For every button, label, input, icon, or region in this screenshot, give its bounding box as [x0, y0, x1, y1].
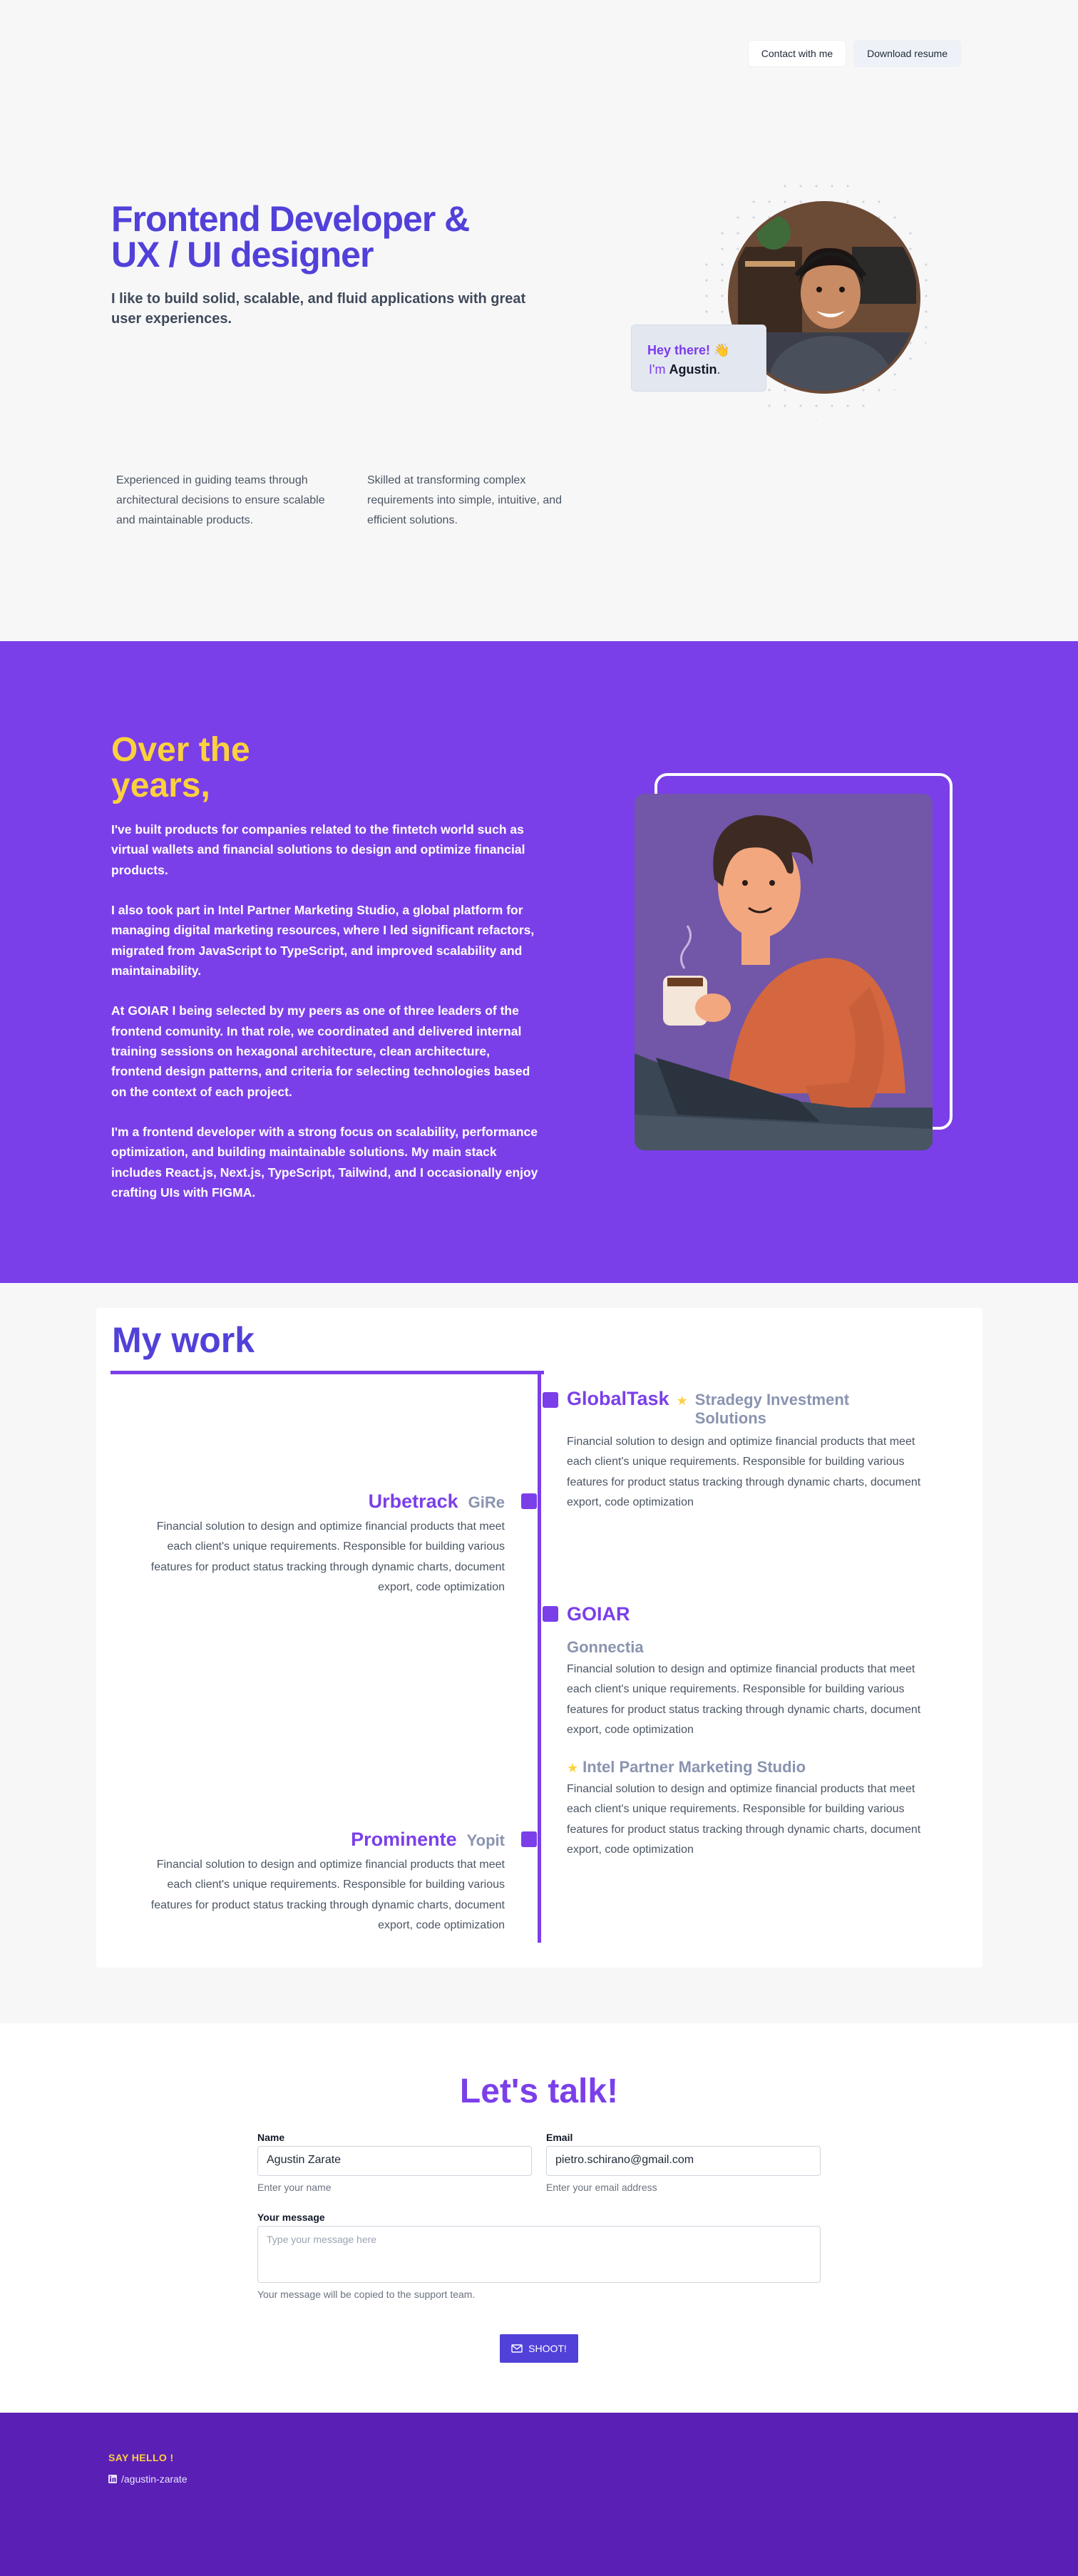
years-title-line2: years, [111, 767, 210, 805]
contact-title: Let's talk! [459, 2072, 619, 2110]
job-client: Gonnectia [567, 1638, 644, 1656]
footer: SAY HELLO ! /agustin-zarate [0, 2413, 1078, 2576]
years-title: Over the years, [111, 732, 325, 804]
email-label: Email [546, 2132, 573, 2143]
developer-illustration [635, 794, 933, 1150]
job-description: Financial solution to design and optimiz… [150, 1859, 505, 1932]
star-icon: ★ [676, 1394, 688, 1408]
greeting-hey: Hey there! 👋 [647, 343, 730, 357]
feature-text-1: Experienced in guiding teams through arc… [116, 474, 325, 526]
github-link[interactable]: /agustin-zarate [108, 2473, 188, 2485]
message-textarea[interactable]: Type your message here [257, 2226, 821, 2283]
hero-subtitle: I like to build solid, scalable, and flu… [111, 291, 526, 327]
email-field[interactable]: pietro.schirano@gmail.com [546, 2146, 821, 2176]
years-paragraph-3: At GOIAR I being selected by my peers as… [111, 1003, 530, 1099]
hero-title: Frontend Developer & UX / UI designer [111, 201, 510, 272]
work-title: My work [112, 1320, 255, 1360]
job-company: GOIAR [567, 1603, 630, 1625]
feature-text-2: Skilled at transforming complex requirem… [367, 474, 563, 526]
job-company: GlobalTask [567, 1388, 669, 1409]
top-nav: Contact with me Download resume [747, 40, 961, 67]
job-entry-globaltask: GlobalTask ★ Stradegy Investment Solutio… [567, 1388, 923, 1513]
timeline-marker [543, 1392, 558, 1408]
timeline-marker [521, 1493, 537, 1509]
greeting-dot: . [717, 362, 721, 377]
work-title-underline [111, 1371, 544, 1374]
github-link-label[interactable]: /agustin-zarate [121, 2473, 188, 2485]
hero-title-line1: Frontend Developer & [111, 199, 470, 239]
job-client: GiRe [468, 1493, 505, 1511]
job-entry-urbetrack: Urbetrack GiRe Financial solution to des… [148, 1491, 505, 1598]
job-description: Financial solution to design and optimiz… [567, 1436, 921, 1509]
job-client: Yopit [466, 1831, 505, 1849]
job-entry-goiar: GOIAR Gonnectia Financial solution to de… [567, 1603, 923, 1861]
name-help: Enter your name [257, 2182, 332, 2193]
timeline-marker [543, 1606, 558, 1622]
message-help: Your message will be copied to the suppo… [257, 2289, 476, 2300]
job-entry-prominente: Prominente Yopit Financial solution to d… [148, 1829, 505, 1936]
job-client: Intel Partner Marketing Studio [582, 1757, 806, 1776]
years-text: I've built products for companies relate… [111, 819, 539, 1223]
name-field[interactable]: Agustin Zarate [257, 2146, 532, 2176]
contact-button[interactable]: Contact with me [747, 40, 847, 67]
years-title-line1: Over the [111, 731, 250, 769]
my-work-section: My work GlobalTask ★ Stradegy Investment… [96, 1308, 982, 1968]
job-company: Urbetrack [368, 1491, 458, 1512]
shoot-button[interactable]: SHOOT! [500, 2334, 578, 2363]
message-label: Your message [257, 2212, 325, 2223]
job-company: Prominente [351, 1829, 457, 1850]
job-description: Financial solution to design and optimiz… [567, 1782, 921, 1856]
job-description: Financial solution to design and optimiz… [567, 1663, 921, 1737]
over-the-years-section: Over the years, I've built products for … [0, 641, 1078, 1283]
timeline-line [538, 1371, 541, 1943]
star-icon: ★ [567, 1760, 579, 1775]
shoot-button-label: SHOOT! [528, 2343, 567, 2354]
email-help: Enter your email address [546, 2182, 657, 2193]
timeline-marker [521, 1831, 537, 1847]
contact-section: Let's talk! Name Agustin Zarate Enter yo… [0, 2023, 1078, 2413]
mail-icon [511, 2344, 523, 2353]
download-resume-button[interactable]: Download resume [853, 40, 961, 67]
job-description: Financial solution to design and optimiz… [150, 1520, 505, 1594]
greeting-name: Agustin [669, 362, 717, 377]
greeting-card: Hey there! 👋 I'm Agustin. [631, 324, 766, 392]
developer-illustration-image [635, 794, 933, 1150]
years-paragraph-1: I've built products for companies relate… [111, 822, 525, 877]
linkedin-icon [108, 2475, 117, 2483]
hero-title-line2: UX / UI designer [111, 235, 374, 275]
job-client: Stradegy Investment Solutions [694, 1391, 850, 1427]
greeting-im: I'm [649, 362, 666, 377]
say-hello-label: SAY HELLO ! [108, 2452, 174, 2463]
years-paragraph-4: I'm a frontend developer with a strong f… [111, 1125, 538, 1200]
years-paragraph-2: I also took part in Intel Partner Market… [111, 903, 535, 978]
name-label: Name [257, 2132, 285, 2143]
